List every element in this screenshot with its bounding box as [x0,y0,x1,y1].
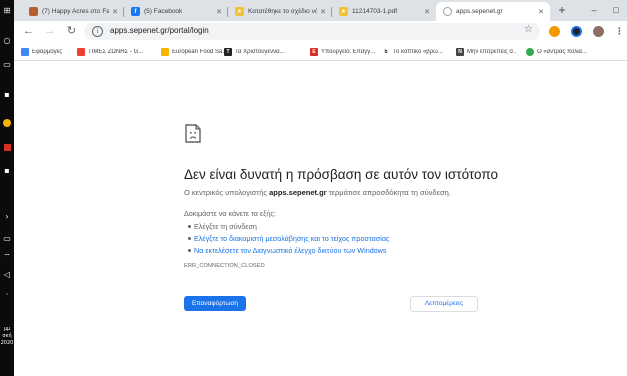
close-icon[interactable]: ✕ [319,8,327,16]
minimize-icon[interactable]: – [587,3,601,17]
chevron-right-icon[interactable]: › [2,212,12,222]
bookmark-item[interactable]: N Μην επιτρέπεις σ... [456,46,516,57]
app-icon[interactable]: ▪ [2,90,12,100]
bookmarks-bar: Εφαρμογές ΤΙΜΕΣ ΖΩΝΗΣ - G... European Fo… [14,42,627,61]
bookmark-item[interactable]: T Τα Χριστούγεννα... [224,46,304,57]
tab-pdf[interactable]: ★ 11214703-1.pdf ✕ [332,2,436,21]
bookmark-label: Τα Χριστούγεννα... [235,48,285,55]
back-arrow-icon[interactable]: ← [21,24,36,39]
sad-page-icon [185,124,201,143]
windows-taskbar: ⊞ ○ ▭ ▪ ▪ › ▭ ⌔ ◁ · μμ σκή 2020 [0,0,14,376]
volume-icon[interactable]: ◁ [2,270,12,280]
error-page: Δεν είναι δυνατή η πρόσβαση σε αυτόν τον… [14,62,627,376]
wifi-icon[interactable]: ⌔ [2,252,12,262]
bookmark-apps[interactable]: Εφαρμογές [21,46,73,57]
forward-arrow-icon[interactable]: → [42,24,57,39]
info-icon[interactable]: i [92,26,103,37]
battery-icon[interactable]: ▭ [2,234,12,244]
app-icon[interactable] [2,118,12,128]
address-bar[interactable]: i apps.sepenet.gr/portal/login ☆ [84,23,540,40]
browser-window: (7) Happy Acres στο Face ✕ f (5) Faceboo… [14,0,627,376]
tab-favicon-icon [29,7,38,16]
reload-icon[interactable]: ↻ [64,24,79,39]
extension-icon[interactable] [549,26,560,37]
tab-title: 11214703-1.pdf [352,8,398,15]
browser-toolbar: ← → ↻ i apps.sepenet.gr/portal/login ☆ ⋮ [14,21,627,42]
tab-favicon-icon: ★ [339,7,348,16]
bookmark-item[interactable]: Ο «άντρας πολιά... [526,46,618,57]
globe-icon [443,7,452,16]
bookmark-favicon-icon [77,47,85,56]
bookmark-favicon-icon: E [310,47,318,56]
error-description-suffix: τερμάτισε απροσδόκητα τη σύνδεση. [328,188,451,197]
tab-strip: (7) Happy Acres στο Face ✕ f (5) Faceboo… [14,0,627,21]
more-menu-icon[interactable]: ⋮ [615,25,624,38]
tab-title: apps.sepenet.gr [456,8,503,15]
suggestions-heading: Δοκιμάστε να κάνετε τα εξής: [184,209,276,218]
new-tab-icon[interactable]: + [555,3,569,17]
language-icon[interactable]: · [2,290,12,300]
bookmark-item[interactable]: European Food Sa... [161,46,233,57]
tab-title: Κατατέθηκε το σχέδιο νό [248,8,317,15]
reload-button[interactable]: Επαναφόρτωση [184,296,246,311]
clock-line: 2020 [0,340,14,346]
error-description: Ο κεντρικός υπολογιστής apps.sepenet.gr … [184,188,451,197]
tab-draft-law[interactable]: ★ Κατατέθηκε το σχέδιο νό ✕ [228,2,332,21]
app-icon[interactable] [2,142,12,152]
bookmark-favicon-icon: T [224,47,232,56]
extension-icon[interactable] [571,26,582,37]
suggestion-network-diagnostics-link[interactable]: Να εκτελέσετε τον Διαγνωστικό έλεγχο δικ… [187,246,386,255]
clock-line: μμ [3,326,11,332]
close-icon[interactable]: ✕ [111,8,119,16]
tab-title: (5) Facebook [144,8,183,15]
close-icon[interactable]: ✕ [423,8,431,16]
tab-happy-acres[interactable]: (7) Happy Acres στο Face ✕ [22,2,124,21]
bookmark-item[interactable]: ΤΙΜΕΣ ΖΩΝΗΣ - G... [77,46,155,57]
search-icon[interactable]: ○ [2,36,12,46]
facebook-icon: f [131,7,140,16]
bookmark-label: European Food Sa... [172,48,228,55]
bookmark-label: ΤΙΜΕΣ ΖΩΝΗΣ - G... [88,48,144,55]
bookmark-item[interactable]: b Το κοπτικό «βρώ... [382,46,456,57]
apps-grid-icon [21,47,29,56]
bookmark-favicon-icon: b [382,47,390,56]
app-icon[interactable]: ▪ [2,166,12,176]
error-host: apps.sepenet.gr [269,188,327,197]
tab-sepenet[interactable]: apps.sepenet.gr ✕ [436,2,550,21]
error-code: ERR_CONNECTION_CLOSED [184,263,265,269]
error-title: Δεν είναι δυνατή η πρόσβαση σε αυτόν τον… [184,167,499,182]
profile-avatar[interactable] [593,26,604,37]
close-icon[interactable]: ✕ [537,8,545,16]
bookmark-label: Εφαρμογές [32,48,63,55]
bookmark-label: Υπουργείο: Επαγγ... [321,48,376,55]
close-icon[interactable]: ✕ [215,8,223,16]
task-view-icon[interactable]: ▭ [2,60,12,70]
url-text: apps.sepenet.gr/portal/login [110,26,209,35]
bookmark-label: Ο «άντρας πολιά... [537,48,588,55]
taskbar-clock[interactable]: μμ σκή 2020 [0,326,14,347]
start-icon[interactable]: ⊞ [2,6,12,16]
bookmark-label: Μην επιτρέπεις σ... [467,48,516,55]
clock-line: σκή [2,333,12,339]
bookmark-favicon-icon: N [456,47,464,56]
tab-title: (7) Happy Acres στο Face [42,8,109,15]
maximize-icon[interactable]: □ [609,3,623,17]
tab-facebook[interactable]: f (5) Facebook ✕ [124,2,228,21]
details-button[interactable]: Λεπτομέρειες [410,296,478,312]
tab-favicon-icon: ★ [235,7,244,16]
suggestion-check-connection: Ελέγξτε τη σύνδεση [188,222,257,231]
error-description-prefix: Ο κεντρικός υπολογιστής [184,188,267,197]
bookmark-favicon-icon [161,47,169,56]
bookmark-favicon-icon [526,47,534,56]
suggestion-check-proxy-link[interactable]: Ελέγξτε το διακομιστή μεσολάβησης και το… [187,234,389,243]
bookmark-label: Το κοπτικό «βρώ... [393,48,443,55]
bookmark-star-icon[interactable]: ☆ [524,24,533,35]
bookmark-item[interactable]: E Υπουργείο: Επαγγ... [310,46,388,57]
